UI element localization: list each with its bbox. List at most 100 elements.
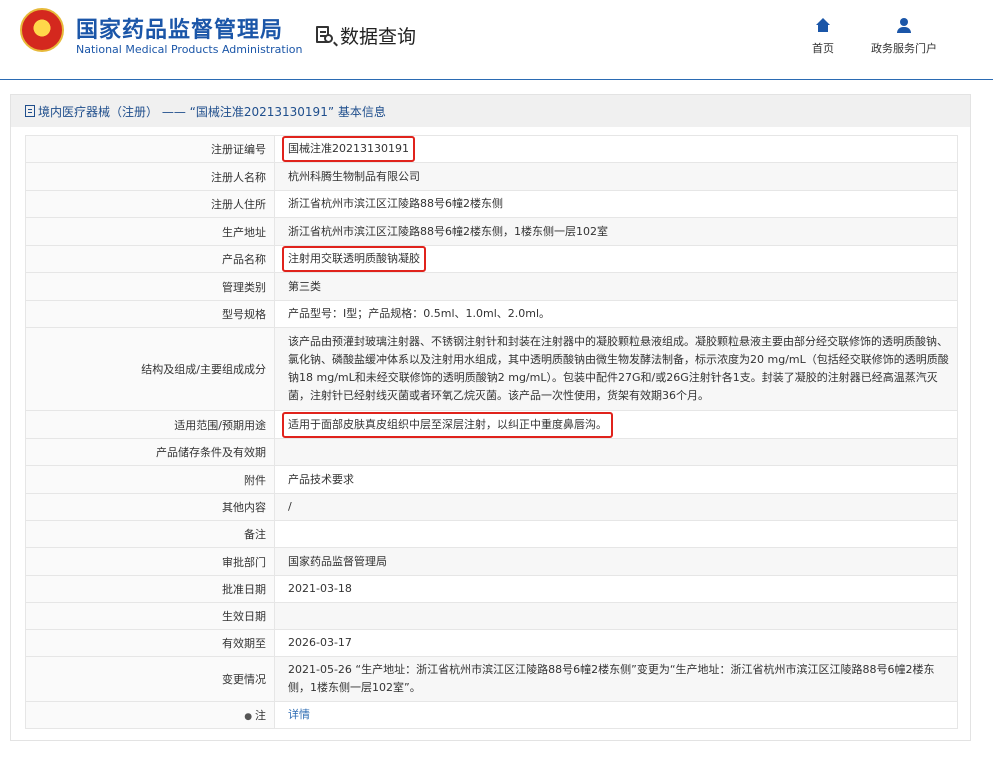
field-label-text: 适用范围/预期用途 <box>174 418 266 432</box>
field-value-text: 2026-03-17 <box>288 636 352 649</box>
field-label-text: 生效日期 <box>222 610 266 623</box>
detail-table: 注册证编号 国械注准20213130191 注册人名称 杭州科腾生物制品有限公司 注册人… <box>25 135 958 729</box>
field-value: 国械注准20213130191 <box>274 135 958 163</box>
table-row: 注册人名称 杭州科腾生物制品有限公司 <box>25 162 958 191</box>
field-label: ● 注 <box>25 701 275 729</box>
field-label: 管理类别 <box>25 272 275 301</box>
field-label: 附件 <box>25 465 275 494</box>
table-row: 产品名称 注射用交联透明质酸钠凝胶 <box>25 245 958 273</box>
field-label: 结构及组成/主要组成成分 <box>25 327 275 411</box>
field-value: 产品型号：Ⅰ型；产品规格：0.5ml、1.0ml、2.0ml。 <box>274 300 958 328</box>
table-row: ● 注详情 <box>25 701 958 729</box>
table-row: 型号规格 产品型号：Ⅰ型；产品规格：0.5ml、1.0ml、2.0ml。 <box>25 300 958 328</box>
field-value-text: 国家药品监督管理局 <box>288 554 387 568</box>
field-label-text: 注册证编号 <box>211 143 266 156</box>
field-label-text: 有效期至 <box>222 637 266 650</box>
field-value: 产品技术要求 <box>274 465 958 494</box>
field-label: 批准日期 <box>25 575 275 603</box>
detail-panel: 境内医疗器械（注册） —— “国械注准20213130191” 基本信息 注册证… <box>10 94 971 741</box>
table-row: 附件 产品技术要求 <box>25 465 958 494</box>
nav-home[interactable]: 首页 <box>812 18 834 56</box>
field-value: 国家药品监督管理局 <box>274 547 958 576</box>
field-label: 有效期至 <box>25 629 275 657</box>
field-label: 备注 <box>25 520 275 548</box>
site-header: 国家药品监督管理局 National Medical Products Admi… <box>0 0 993 80</box>
national-emblem-logo <box>20 8 64 52</box>
field-label-text: 变更情况 <box>222 673 266 686</box>
field-value <box>274 520 958 548</box>
nav-service-portal[interactable]: 政务服务门户 <box>871 18 937 56</box>
highlighted-value: 注射用交联透明质酸钠凝胶 <box>282 246 426 272</box>
table-row: 生效日期 <box>25 602 958 630</box>
field-value <box>274 602 958 630</box>
table-row: 注册证编号 国械注准20213130191 <box>25 135 958 163</box>
field-label: 产品名称 <box>25 245 275 273</box>
field-value: 注射用交联透明质酸钠凝胶 <box>274 245 958 273</box>
site-name-en[interactable]: National Medical Products Administration <box>76 43 302 56</box>
field-label: 生产地址 <box>25 217 275 246</box>
table-row: 生产地址 浙江省杭州市滨江区江陵路88号6幢2楼东侧，1楼东侧一层102室 <box>25 217 958 246</box>
field-label-text: 其他内容 <box>222 501 266 514</box>
field-value-text: 2021-03-18 <box>288 582 352 595</box>
field-value: 浙江省杭州市滨江区江陵路88号6幢2楼东侧，1楼东侧一层102室 <box>274 217 958 246</box>
field-label-text: 产品储存条件及有效期 <box>156 446 266 459</box>
user-icon <box>896 18 912 34</box>
table-row: 适用范围/预期用途 适用于面部皮肤真皮组织中层至深层注射，以纠正中重度鼻唇沟。 <box>25 410 958 439</box>
data-query-title: 数据查询 <box>314 22 416 49</box>
field-label: 适用范围/预期用途 <box>25 410 275 439</box>
field-value: 浙江省杭州市滨江区江陵路88号6幢2楼东侧 <box>274 190 958 218</box>
table-row: 备注 <box>25 520 958 548</box>
field-value: 第三类 <box>274 272 958 301</box>
field-value-text: 杭州科腾生物制品有限公司 <box>288 169 420 183</box>
field-label: 型号规格 <box>25 300 275 328</box>
field-value: 该产品由预灌封玻璃注射器、不锈钢注射针和封装在注射器中的凝胶颗粒悬液组成。凝胶颗… <box>274 327 958 411</box>
details-link[interactable]: 详情 <box>288 708 310 721</box>
document-icon <box>25 105 35 117</box>
field-label-text: 型号规格 <box>222 308 266 321</box>
nav-service-portal-label: 政务服务门户 <box>871 42 937 55</box>
field-value: 2021-05-26 “生产地址：浙江省杭州市滨江区江陵路88号6幢2楼东侧”变… <box>274 656 958 702</box>
field-label-text: 注 <box>255 709 266 722</box>
table-row: 其他内容 / <box>25 493 958 521</box>
field-label: 产品储存条件及有效期 <box>25 438 275 466</box>
highlighted-value: 国械注准20213130191 <box>282 136 415 162</box>
field-label: 其他内容 <box>25 493 275 521</box>
site-name-cn[interactable]: 国家药品监督管理局 <box>76 12 283 44</box>
field-value: 杭州科腾生物制品有限公司 <box>274 162 958 191</box>
field-value-text: / <box>288 500 292 513</box>
field-value: 详情 <box>274 701 958 729</box>
field-label-text: 批准日期 <box>222 583 266 596</box>
table-row: 批准日期 2021-03-18 <box>25 575 958 603</box>
table-row: 有效期至 2026-03-17 <box>25 629 958 657</box>
field-label-text: 产品名称 <box>222 253 266 266</box>
section-title: 数据查询 <box>340 26 417 48</box>
field-label: 生效日期 <box>25 602 275 630</box>
table-row: 审批部门 国家药品监督管理局 <box>25 547 958 576</box>
table-row: 产品储存条件及有效期 <box>25 438 958 466</box>
field-label: 注册人住所 <box>25 190 275 218</box>
field-label-text: 审批部门 <box>222 555 266 569</box>
field-value <box>274 438 958 466</box>
field-label-text: 结构及组成/主要组成成分 <box>141 363 266 376</box>
field-label: 审批部门 <box>25 547 275 576</box>
field-label-text: 备注 <box>244 528 266 541</box>
field-value-text: 浙江省杭州市滨江区江陵路88号6幢2楼东侧 <box>288 197 503 210</box>
panel-header: 境内医疗器械（注册） —— “国械注准20213130191” 基本信息 <box>11 95 970 127</box>
home-icon <box>815 18 831 34</box>
pin-icon: ● <box>244 712 255 722</box>
field-value-text: 浙江省杭州市滨江区江陵路88号6幢2楼东侧，1楼东侧一层102室 <box>288 224 608 238</box>
field-label-text: 注册人名称 <box>211 170 266 184</box>
field-label: 注册人名称 <box>25 162 275 191</box>
nav-home-label: 首页 <box>812 42 834 55</box>
field-value-text: 产品型号：Ⅰ型；产品规格：0.5ml、1.0ml、2.0ml。 <box>288 307 551 320</box>
table-row: 注册人住所 浙江省杭州市滨江区江陵路88号6幢2楼东侧 <box>25 190 958 218</box>
field-label-text: 附件 <box>244 473 266 487</box>
table-row: 变更情况 2021-05-26 “生产地址：浙江省杭州市滨江区江陵路88号6幢2楼… <box>25 656 958 702</box>
field-value: 适用于面部皮肤真皮组织中层至深层注射，以纠正中重度鼻唇沟。 <box>274 410 958 439</box>
field-value-text: 产品技术要求 <box>288 472 354 486</box>
field-value: 2021-03-18 <box>274 575 958 603</box>
field-value-text: 第三类 <box>288 279 321 293</box>
field-label-text: 生产地址 <box>222 225 266 239</box>
field-value-text: 2021-05-26 “生产地址：浙江省杭州市滨江区江陵路88号6幢2楼东侧”变… <box>288 663 935 694</box>
field-value-text: 该产品由预灌封玻璃注射器、不锈钢注射针和封装在注射器中的凝胶颗粒悬液组成。凝胶颗… <box>288 335 949 402</box>
